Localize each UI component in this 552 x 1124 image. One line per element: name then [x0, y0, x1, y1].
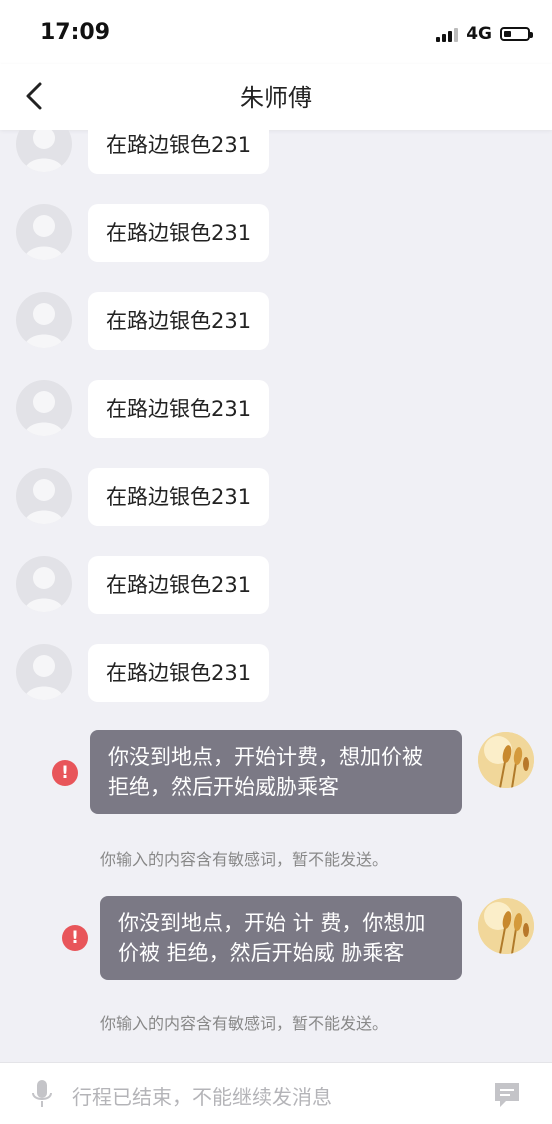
message-bubble-received: 在路边银色231 — [88, 380, 270, 438]
status-indicators: 4G — [436, 22, 533, 46]
message-line: 你没到地点，开始 计 费，你想加 — [118, 911, 426, 935]
default-avatar-icon — [16, 292, 72, 348]
send-failed-icon[interactable]: ! — [62, 925, 88, 951]
message-bubble-received: 在路边银色231 — [88, 644, 270, 702]
message-bubble-received: 在路边银色231 — [88, 130, 270, 174]
send-failed-notice: 你输入的内容含有敏感词，暂不能发送。 — [100, 1014, 389, 1033]
message-bubble-received: 在路边银色231 — [88, 292, 270, 350]
message-line: 你没到地点，开始计费，想加价被 — [108, 745, 423, 769]
input-disabled-text: 行程已结束，不能继续发消息 — [72, 1085, 332, 1109]
status-bar: 17:09 4G — [0, 0, 552, 64]
status-time: 17:09 — [40, 20, 111, 45]
message-icon[interactable] — [492, 1079, 522, 1109]
chat-area[interactable]: 在路边银色231 在路边银色231 在路边银色231 在路边银色231 在路边银… — [0, 130, 552, 1062]
default-avatar-icon — [16, 556, 72, 612]
network-type: 4G — [466, 24, 492, 44]
message-line: 价被 拒绝，然后开始威 胁乘客 — [118, 941, 405, 965]
default-avatar-icon — [16, 644, 72, 700]
message-bubble-sent: 你没到地点，开始计费，想加价被 拒绝，然后开始威胁乘客 — [90, 730, 462, 814]
page-title: 朱师傅 — [240, 84, 312, 112]
send-failed-notice: 你输入的内容含有敏感词，暂不能发送。 — [100, 850, 389, 869]
message-bubble-received: 在路边银色231 — [88, 468, 270, 526]
input-bar: 行程已结束，不能继续发消息 — [0, 1062, 552, 1124]
default-avatar-icon — [16, 204, 72, 260]
microphone-icon[interactable] — [28, 1079, 56, 1109]
message-bubble-received: 在路边银色231 — [88, 204, 270, 262]
signal-icon — [436, 26, 459, 42]
default-avatar-icon — [16, 468, 72, 524]
send-failed-icon[interactable]: ! — [52, 760, 78, 786]
default-avatar-icon — [16, 380, 72, 436]
nav-bar: 朱师傅 — [0, 64, 552, 130]
wheat-avatar-icon — [478, 732, 534, 788]
battery-icon — [500, 27, 533, 41]
message-bubble-received: 在路边银色231 — [88, 556, 270, 614]
wheat-avatar-icon — [478, 898, 534, 954]
message-line: 拒绝，然后开始威胁乘客 — [108, 775, 339, 799]
message-bubble-sent: 你没到地点，开始 计 费，你想加 价被 拒绝，然后开始威 胁乘客 — [100, 896, 462, 980]
default-avatar-icon — [16, 130, 72, 172]
